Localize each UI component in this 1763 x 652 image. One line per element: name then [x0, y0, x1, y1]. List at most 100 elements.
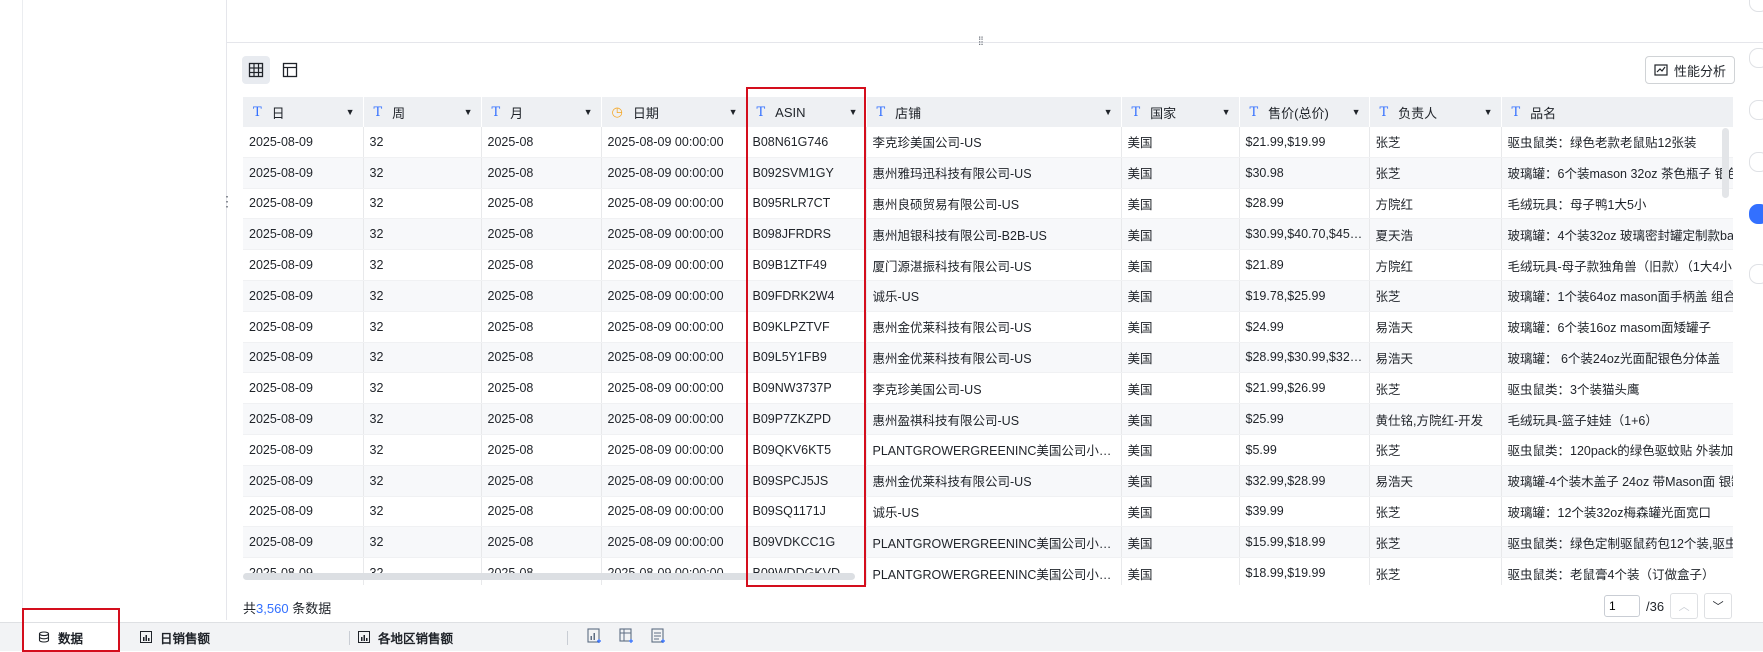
page-number-input[interactable] [1604, 595, 1640, 617]
table-cell[interactable]: 2025-08-09 00:00:00 [601, 372, 747, 405]
table-cell[interactable]: 32 [363, 157, 482, 189]
drag-handle-icon[interactable]: ⁞⁞ [978, 34, 984, 48]
table-cell[interactable]: 32 [363, 249, 482, 281]
table-cell[interactable]: 张芝 [1369, 496, 1502, 528]
table-cell[interactable]: 2025-08-09 [243, 311, 364, 343]
add-text-icon[interactable] [651, 628, 667, 644]
table-cell[interactable]: 2025-08-09 [243, 496, 364, 528]
table-cell[interactable]: 2025-08-09 [243, 557, 364, 585]
chevron-down-icon[interactable]: ﹀ [1704, 593, 1733, 619]
sheet-tab-regional-sales[interactable]: 各地区销售额 [358, 623, 453, 651]
table-cell[interactable]: 美国 [1121, 557, 1240, 585]
table-cell[interactable]: 驱虫鼠类：绿色定制驱鼠药包12个装,驱虫 [1501, 526, 1733, 559]
table-cell[interactable]: $21.89 [1239, 249, 1370, 281]
table-cell[interactable]: 李克珍美国公司-US [866, 127, 1122, 158]
table-cell[interactable]: 厦门源湛振科技有限公司-US [866, 249, 1122, 281]
table-cell[interactable]: B09FDRK2W4 [746, 280, 867, 312]
table-cell[interactable]: 美国 [1121, 342, 1240, 374]
table-cell[interactable]: 诚乐-US [866, 496, 1122, 528]
column-header-asin[interactable]: T ASIN ▼ [746, 97, 867, 127]
table-cell[interactable]: 张芝 [1369, 557, 1502, 585]
table-cell[interactable]: 美国 [1121, 280, 1240, 312]
table-cell[interactable]: $21.99,$19.99 [1239, 127, 1370, 158]
table-cell[interactable]: $24.99 [1239, 311, 1370, 343]
caret-down-icon[interactable]: ▼ [1352, 107, 1361, 117]
column-header-day[interactable]: T 日 ▼ [243, 97, 364, 127]
table-cell[interactable]: 惠州金优莱科技有限公司-US [866, 342, 1122, 374]
horizontal-scrollbar[interactable] [243, 573, 855, 580]
table-cell[interactable]: 2025-08-09 [243, 526, 364, 559]
table-cell[interactable]: 2025-08-09 00:00:00 [601, 188, 747, 220]
table-cell[interactable]: 美国 [1121, 496, 1240, 528]
caret-down-icon[interactable]: ▼ [346, 107, 355, 117]
table-cell[interactable]: 驱虫鼠类：老鼠膏4个装（订做盒子） [1501, 557, 1733, 585]
table-cell[interactable]: 2025-08-09 00:00:00 [601, 218, 747, 251]
table-cell[interactable]: 惠州金优莱科技有限公司-US [866, 311, 1122, 343]
table-cell[interactable]: 张芝 [1369, 372, 1502, 405]
table-cell[interactable]: 2025-08 [481, 372, 602, 405]
table-cell[interactable]: 2025-08 [481, 157, 602, 189]
table-cell[interactable]: 诚乐-US [866, 280, 1122, 312]
table-row[interactable]: 2025-08-09322025-082025-08-09 00:00:00B0… [243, 249, 1733, 281]
table-cell[interactable]: $28.99 [1239, 188, 1370, 220]
table-cell[interactable]: 2025-08 [481, 342, 602, 374]
column-header-date[interactable]: ◷ 日期 ▼ [601, 97, 747, 127]
table-cell[interactable]: 2025-08 [481, 403, 602, 435]
table-cell[interactable]: 2025-08 [481, 127, 602, 158]
table-cell[interactable]: PLANTGROWERGREENINC美国公司小琛-... [866, 557, 1122, 585]
table-cell[interactable]: 32 [363, 218, 482, 251]
table-cell[interactable]: $19.78,$25.99 [1239, 280, 1370, 312]
table-cell[interactable]: 2025-08-09 [243, 157, 364, 189]
table-cell[interactable]: 张芝 [1369, 526, 1502, 559]
column-header-month[interactable]: T 月 ▼ [481, 97, 602, 127]
table-cell[interactable]: 2025-08-09 [243, 465, 364, 497]
table-cell[interactable]: 惠州金优莱科技有限公司-US [866, 465, 1122, 497]
table-cell[interactable]: 驱虫鼠类：绿色老款老鼠贴12张装 [1501, 127, 1733, 158]
toolbar-circle-button[interactable] [1749, 264, 1763, 284]
table-cell[interactable]: 32 [363, 496, 482, 528]
table-cell[interactable]: 2025-08-09 [243, 434, 364, 466]
pivot-view-button[interactable] [276, 56, 304, 84]
table-cell[interactable]: 2025-08 [481, 434, 602, 466]
table-cell[interactable]: 夏天浩 [1369, 218, 1502, 251]
table-cell[interactable]: 玻璃罐：12个装32oz梅森罐光面宽口 [1501, 496, 1733, 528]
caret-down-icon[interactable]: ▼ [1222, 107, 1231, 117]
table-cell[interactable]: B09NW3737P [746, 372, 867, 405]
table-cell[interactable]: 方院红 [1369, 249, 1502, 281]
table-cell[interactable]: 2025-08 [481, 218, 602, 251]
table-cell[interactable]: 毛绒玩具：母子鸭1大5小 [1501, 188, 1733, 220]
table-cell[interactable]: 驱虫鼠类：3个装猫头鹰 [1501, 372, 1733, 405]
table-cell[interactable]: B098JFRDRS [746, 218, 867, 251]
table-cell[interactable]: $32.99,$28.99 [1239, 465, 1370, 497]
table-cell[interactable]: 玻璃罐：6个装mason 32oz 茶色瓶子 银色 [1501, 157, 1733, 189]
table-cell[interactable]: 毛绒玩具-篮子娃娃（1+6） [1501, 403, 1733, 435]
table-cell[interactable]: $28.99,$30.99,$32.99 [1239, 342, 1370, 374]
table-row[interactable]: 2025-08-09322025-082025-08-09 00:00:00B0… [243, 342, 1733, 374]
table-cell[interactable]: 2025-08-09 00:00:00 [601, 280, 747, 312]
table-cell[interactable]: 易浩天 [1369, 465, 1502, 497]
table-cell[interactable]: 2025-08 [481, 280, 602, 312]
table-cell[interactable]: B09SQ1171J [746, 496, 867, 528]
grid-view-button[interactable] [242, 56, 270, 84]
table-cell[interactable]: PLANTGROWERGREENINC美国公司小琛-... [866, 434, 1122, 466]
sheet-tab-data[interactable]: 数据 [24, 623, 118, 651]
table-row[interactable]: 2025-08-09322025-082025-08-09 00:00:00B0… [243, 403, 1733, 435]
table-cell[interactable]: 2025-08 [481, 188, 602, 220]
toolbar-circle-button[interactable] [1749, 100, 1763, 120]
table-cell[interactable]: 2025-08-09 00:00:00 [601, 434, 747, 466]
table-cell[interactable]: 美国 [1121, 465, 1240, 497]
vertical-scrollbar[interactable] [1722, 128, 1729, 198]
table-row[interactable]: 2025-08-09322025-082025-08-09 00:00:00B0… [243, 496, 1733, 528]
table-cell[interactable]: 惠州良硕贸易有限公司-US [866, 188, 1122, 220]
table-cell[interactable]: 32 [363, 311, 482, 343]
table-cell[interactable]: 李克珍美国公司-US [866, 372, 1122, 405]
table-cell[interactable]: 美国 [1121, 403, 1240, 435]
column-header-product[interactable]: T 品名 [1501, 97, 1733, 127]
table-cell[interactable]: 美国 [1121, 249, 1240, 281]
table-row[interactable]: 2025-08-09322025-082025-08-09 00:00:00B0… [243, 311, 1733, 343]
table-cell[interactable]: 2025-08-09 [243, 249, 364, 281]
table-cell[interactable]: 2025-08 [481, 496, 602, 528]
column-header-store[interactable]: T 店铺 ▼ [866, 97, 1122, 127]
table-cell[interactable]: $30.99,$40.70,$45.... [1239, 218, 1370, 251]
table-cell[interactable]: 32 [363, 557, 482, 585]
